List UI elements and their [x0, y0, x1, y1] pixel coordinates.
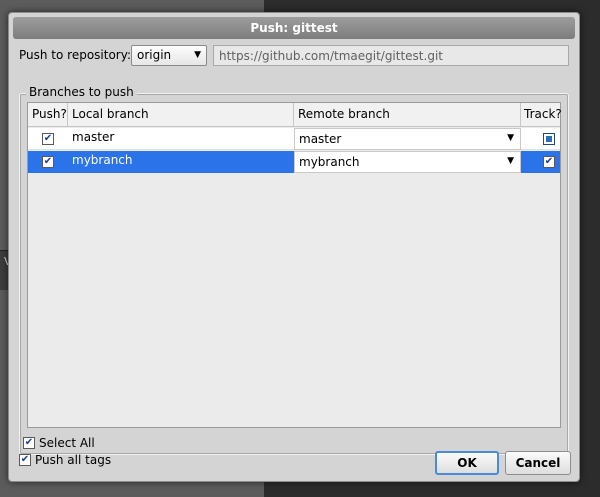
repository-row: Push to repository: origin ▼ https://git… [19, 45, 569, 67]
chevron-down-icon: ▼ [194, 50, 201, 60]
track-cell: ✔ [521, 151, 560, 173]
push-checkbox[interactable]: ✔ [42, 133, 54, 145]
remote-branch-value: master [299, 132, 342, 146]
column-header-track[interactable]: Track? [521, 103, 562, 127]
repository-select[interactable]: origin ▼ [131, 45, 207, 66]
branches-group-title: Branches to push [26, 85, 137, 99]
chevron-down-icon: ▼ [507, 133, 514, 143]
branches-table: Push? Local branch Remote branch Track? … [27, 102, 562, 428]
column-header-remote-branch[interactable]: Remote branch [294, 103, 521, 127]
track-checkbox[interactable] [543, 133, 555, 145]
track-cell [521, 128, 560, 150]
select-all-label: Select All [39, 436, 95, 450]
repository-url-field[interactable]: https://github.com/tmaegit/gittest.git [213, 45, 569, 66]
local-branch-cell[interactable]: master [68, 128, 294, 150]
push-dialog: Push: gittest Push to repository: origin… [8, 12, 580, 482]
dialog-title: Push: gittest [13, 17, 575, 39]
remote-branch-cell: mybranch ▼ [294, 151, 521, 173]
table-row[interactable]: ✔ mybranch mybranch ▼ ✔ [28, 151, 560, 173]
repository-label: Push to repository: [19, 48, 132, 62]
push-tags-label: Push all tags [35, 453, 112, 467]
select-all-checkbox[interactable]: ✔ [23, 437, 35, 449]
track-checkbox[interactable]: ✔ [543, 156, 555, 168]
chevron-down-icon: ▼ [507, 156, 514, 166]
remote-branch-cell: master ▼ [294, 128, 521, 150]
push-cell: ✔ [28, 128, 68, 150]
column-header-push[interactable]: Push? [28, 103, 68, 127]
branches-group: Branches to push Push? Local branch Remo… [19, 85, 569, 455]
table-row[interactable]: ✔ master master ▼ [28, 128, 560, 150]
ok-button[interactable]: OK [435, 451, 499, 475]
push-tags-checkbox[interactable]: ✔ [19, 454, 31, 466]
push-checkbox[interactable]: ✔ [42, 156, 54, 168]
repository-select-value: origin [137, 48, 172, 62]
remote-branch-combobox[interactable]: mybranch ▼ [294, 151, 521, 173]
remote-branch-value: mybranch [299, 155, 360, 169]
push-cell: ✔ [28, 151, 68, 173]
cancel-button[interactable]: Cancel [505, 451, 571, 475]
table-header: Push? Local branch Remote branch Track? [28, 103, 562, 127]
column-header-local-branch[interactable]: Local branch [68, 103, 294, 127]
remote-branch-combobox[interactable]: master ▼ [294, 128, 521, 150]
local-branch-cell[interactable]: mybranch [68, 151, 294, 173]
